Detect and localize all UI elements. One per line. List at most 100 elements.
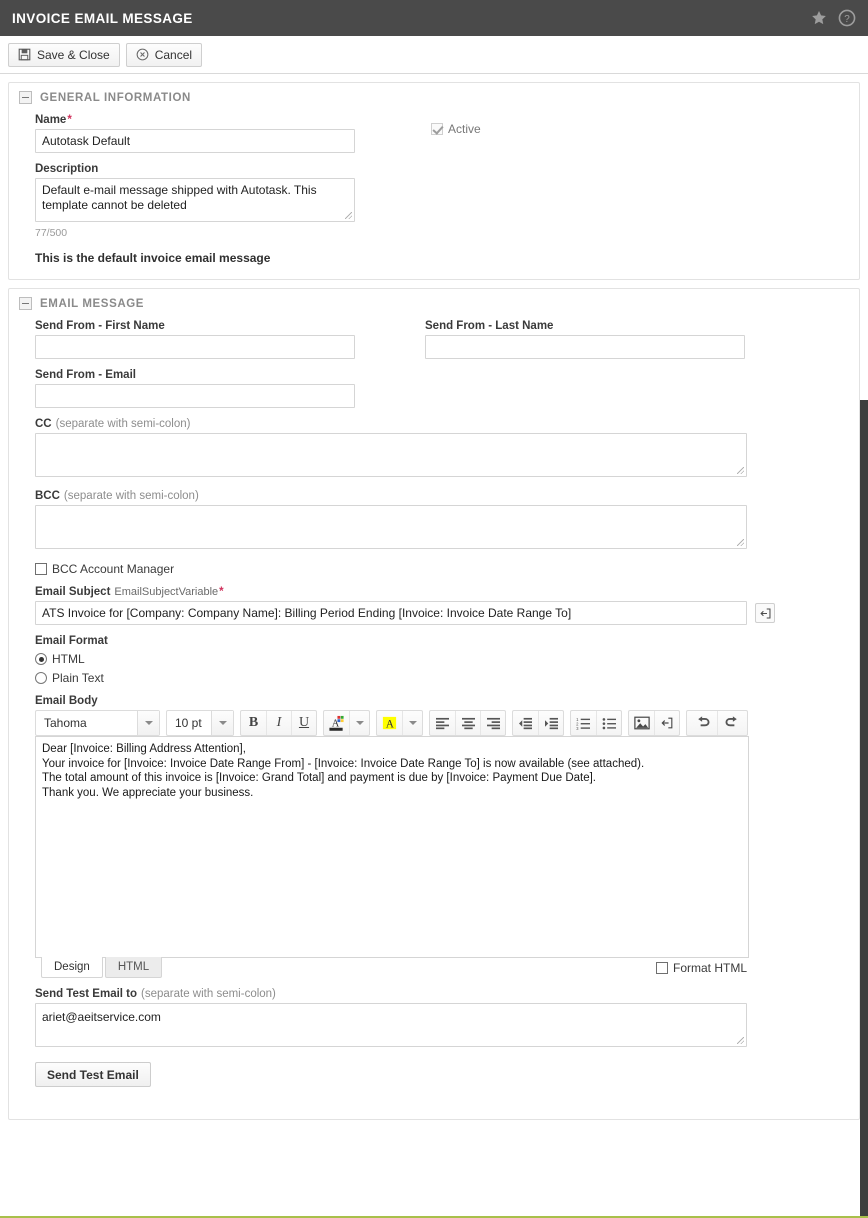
svg-text:A: A [386, 718, 395, 730]
alignment-group [429, 710, 506, 736]
format-html-row: Format HTML [655, 961, 747, 975]
bcc-textarea[interactable] [35, 505, 747, 549]
bulleted-list-icon[interactable] [596, 711, 621, 735]
bcc-group: BCC (separate with semi-colon) [35, 490, 849, 552]
email-format-group: Email Format HTML Plain Text [35, 635, 849, 685]
numbered-list-icon[interactable]: 123 [571, 711, 596, 735]
tab-html[interactable]: HTML [104, 957, 163, 978]
email-format-plain-text-label: Plain Text [52, 671, 104, 685]
name-input[interactable] [35, 129, 355, 153]
highlight-color-dropdown-icon[interactable] [402, 711, 422, 735]
font-family-value: Tahoma [44, 716, 87, 730]
text-style-group: B I U [240, 710, 317, 736]
bcc-hint: (separate with semi-colon) [63, 490, 199, 502]
cancel-circle-icon [136, 48, 149, 61]
send-test-email-group: Send Test Email to (separate with semi-co… [35, 988, 849, 1050]
email-body-line: Thank you. We appreciate your business. [42, 786, 254, 799]
undo-icon[interactable] [687, 711, 717, 735]
cc-resizer[interactable] [35, 433, 747, 477]
description-resizer[interactable]: Default e-mail message shipped with Auto… [35, 178, 355, 222]
send-test-email-button[interactable]: Send Test Email [35, 1062, 151, 1087]
italic-icon[interactable]: I [266, 711, 291, 735]
email-subject-variable-name: EmailSubjectVariable [114, 586, 219, 598]
collapse-general-information-icon[interactable] [19, 91, 32, 104]
email-message-panel: EMAIL MESSAGE Send From - First Name Sen… [8, 288, 860, 1120]
bcc-resizer[interactable] [35, 505, 747, 549]
send-from-email-input[interactable] [35, 384, 355, 408]
align-right-icon[interactable] [480, 711, 505, 735]
default-message-note: This is the default invoice email messag… [35, 251, 271, 265]
cc-label: CC (separate with semi-colon) [35, 418, 849, 430]
email-subject-input[interactable] [35, 601, 747, 625]
align-left-icon[interactable] [430, 711, 455, 735]
underline-icon[interactable]: U [291, 711, 316, 735]
email-format-option-html[interactable]: HTML [35, 652, 849, 666]
font-size-chevron-down-icon[interactable] [211, 711, 233, 735]
send-from-first-name-group: Send From - First Name [35, 320, 355, 359]
insert-variable-icon[interactable] [755, 603, 775, 623]
email-format-html-label: HTML [52, 652, 85, 666]
send-from-last-name-input[interactable] [425, 335, 745, 359]
bcc-account-manager-checkbox[interactable] [35, 563, 47, 575]
format-html-checkbox[interactable] [655, 962, 668, 974]
email-body-content[interactable]: Dear [Invoice: Billing Address Attention… [35, 736, 749, 958]
general-information-body: Name* Description Default e-mail message… [9, 110, 859, 279]
send-from-first-name-label: Send From - First Name [35, 320, 165, 332]
window-titlebar: INVOICE EMAIL MESSAGE ? [0, 0, 868, 36]
collapse-email-message-icon[interactable] [19, 297, 32, 310]
font-family-chevron-down-icon[interactable] [137, 711, 159, 735]
outdent-icon[interactable] [513, 711, 538, 735]
titlebar-icon-group: ? [810, 9, 856, 27]
cc-label-text: CC [35, 418, 52, 430]
indent-icon[interactable] [538, 711, 563, 735]
format-html-label: Format HTML [672, 961, 747, 975]
name-required-asterisk: * [67, 114, 72, 126]
description-char-counter: 77/500 [35, 227, 68, 239]
send-test-email-resizer[interactable]: ariet@aeitservice.com [35, 1003, 747, 1047]
history-group [686, 710, 748, 736]
redo-icon[interactable] [717, 711, 747, 735]
bold-icon[interactable]: B [241, 711, 266, 735]
send-test-email-label-text: Send Test Email to [35, 988, 138, 1000]
email-message-body: Send From - First Name Send From - Last … [9, 316, 859, 1119]
font-color-dropdown-icon[interactable] [349, 711, 369, 735]
help-icon[interactable]: ? [838, 9, 856, 27]
send-from-email-label: Send From - Email [35, 369, 136, 381]
font-family-dropdown[interactable]: Tahoma [35, 710, 160, 736]
align-center-icon[interactable] [455, 711, 480, 735]
save-and-close-button[interactable]: Save & Close [8, 42, 120, 67]
send-from-email-group: Send From - Email [35, 369, 849, 408]
star-icon[interactable] [810, 9, 828, 27]
font-size-dropdown[interactable]: 10 pt [166, 710, 234, 736]
insert-variable-icon[interactable] [654, 711, 679, 735]
description-field-group: Description Default e-mail message shipp… [35, 163, 395, 239]
active-label: Active [448, 122, 481, 136]
name-label-text: Name [35, 114, 67, 126]
description-label: Description [35, 163, 99, 175]
general-information-header: GENERAL INFORMATION [9, 83, 859, 110]
insert-group [628, 710, 680, 736]
save-and-close-label: Save & Close [37, 47, 110, 62]
email-body-label: Email Body [35, 695, 98, 707]
email-body-line: The total amount of this invoice is [Inv… [42, 772, 596, 784]
tab-design[interactable]: Design [41, 957, 103, 978]
cancel-button[interactable]: Cancel [125, 42, 203, 67]
email-format-html-radio[interactable] [35, 653, 47, 665]
send-from-first-name-input[interactable] [35, 335, 355, 359]
send-test-email-button-row: Send Test Email [35, 1062, 849, 1087]
cc-textarea[interactable] [35, 433, 747, 477]
rich-text-editor: Tahoma 10 pt B I U A A 1 2 3 Dear [Invoi… [35, 710, 749, 978]
active-checkbox [431, 123, 443, 135]
svg-text:3: 3 [576, 725, 579, 729]
highlight-color-icon[interactable]: A [377, 711, 402, 735]
email-format-option-plain-text[interactable]: Plain Text [35, 671, 849, 685]
description-textarea[interactable]: Default e-mail message shipped with Auto… [35, 178, 355, 222]
font-color-icon[interactable]: A [324, 711, 349, 735]
email-body-group: Email Body Tahoma 10 pt B I U A A 1 2 3 … [35, 695, 849, 978]
bcc-account-manager-row: BCC Account Manager [35, 562, 849, 576]
send-test-email-textarea[interactable]: ariet@aeitservice.com [35, 1003, 747, 1047]
vertical-scrollbar[interactable] [860, 400, 868, 1218]
insert-image-icon[interactable] [629, 711, 654, 735]
email-format-plain-text-radio[interactable] [35, 672, 47, 684]
highlight-color-group: A [376, 710, 423, 736]
